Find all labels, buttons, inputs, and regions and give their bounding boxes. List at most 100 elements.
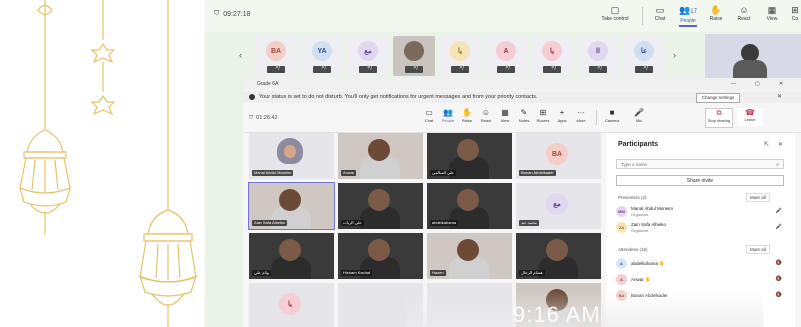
teams-screenshot: ⛉ 09:27:18 ▢ Take control ▭ Chat 👥17 People…	[205, 0, 801, 327]
notes-icon: ✎	[520, 108, 528, 117]
strip-participant-tile[interactable]: A 🎤̸	[485, 36, 527, 76]
people-button[interactable]: 👥17 People	[674, 5, 702, 27]
video-tile[interactable]: Manal Abdul Moneim	[249, 133, 334, 179]
strip-participant-tile[interactable]: 🎤̸	[393, 36, 435, 76]
participant-avatar: اا	[588, 41, 608, 61]
chat-control-button[interactable]: ▭ Chat	[421, 108, 437, 123]
strip-participant-tile[interactable]: YA 🎤̸	[301, 36, 343, 76]
participant-list-item[interactable]: ZA Zain Safa Albeiko Organizer 🎤	[616, 221, 786, 235]
take-control-button[interactable]: ▢ Take control	[601, 5, 629, 22]
video-tile[interactable]: علي السالمي	[427, 133, 512, 179]
participant-strip: ‹ BA 🎤̸ YA 🎤̸ مع 🎤̸ 🎤̸ يا 🎤̸ A 🎤̸ يا 🎤̸ اا 🎤̸ عا 🎤̸ ›	[227, 34, 801, 78]
banner-close-icon[interactable]: ✕	[777, 93, 782, 100]
participant-video-head	[457, 189, 479, 211]
people-control-button[interactable]: 👥 People	[440, 108, 456, 123]
video-tile[interactable]: BA Banan Abdelkader	[516, 133, 601, 179]
participant-name-label: Anwar	[341, 170, 357, 176]
window-titlebar: Grade 6A — ▢ ✕	[243, 78, 801, 90]
video-tile[interactable]: Anwar	[338, 133, 423, 179]
video-tile[interactable]: وئام علي	[249, 233, 334, 279]
video-tile[interactable]: مع محمد عبد	[516, 183, 601, 229]
strip-participant-tile[interactable]: مع 🎤̸	[347, 36, 389, 76]
mic-status-icon[interactable]: 🎤	[776, 224, 782, 230]
participant-video-head	[457, 239, 479, 261]
mic-status-icon[interactable]: 🔇	[776, 260, 782, 266]
change-settings-button[interactable]: Change settings	[696, 93, 740, 103]
strip-participant-tile[interactable]: عا 🎤̸	[623, 36, 665, 76]
presenters-section-header[interactable]: Presenters (2)	[618, 195, 647, 200]
rooms-control-button[interactable]: ⊞ Rooms	[535, 108, 551, 123]
maximize-button[interactable]: ▢	[755, 81, 760, 87]
participant-name: abdelkahama ✋	[631, 261, 665, 266]
muted-mic-icon: 🎤̸	[497, 66, 515, 73]
raise-hand-icon: ✋	[710, 5, 722, 15]
chat-button[interactable]: ▭ Chat	[646, 5, 674, 22]
shared-presenter-video	[705, 34, 801, 78]
close-window-button[interactable]: ✕	[779, 81, 783, 87]
react-control-button[interactable]: ☺ React	[478, 108, 494, 123]
react-button[interactable]: ☺ React	[730, 5, 758, 22]
notes-control-button[interactable]: ✎ Notes	[516, 108, 532, 123]
attendees-section-header[interactable]: Attendees (15)	[618, 247, 648, 252]
mic-status-icon[interactable]: 🎤	[776, 208, 782, 214]
participant-list-item[interactable]: Aabdelkahama ✋ 🔇	[616, 257, 786, 271]
video-tile[interactable]: Hazen	[427, 233, 512, 279]
overlay-clock: 9:16 AM	[513, 302, 601, 327]
video-tile[interactable]: يا	[249, 283, 334, 327]
camera-icon: ■	[609, 108, 615, 117]
react-icon: ☺	[739, 5, 749, 15]
leave-button[interactable]: ☎ Leave	[737, 108, 763, 126]
video-tile[interactable]: abdelkahama	[427, 183, 512, 229]
video-tile[interactable]: Zain Safa Albeiko	[248, 182, 335, 230]
mute-all-presenters-button[interactable]: Mute all	[746, 193, 770, 202]
muted-mic-icon: 🎤̸	[451, 66, 469, 73]
participant-video-head	[457, 139, 479, 161]
view-control-button[interactable]: ▦ View	[497, 108, 513, 123]
mic-button[interactable]: 🎤 Mic	[627, 108, 651, 123]
camera-button[interactable]: ■ Camera	[600, 108, 624, 123]
participant-name-label: Hazen	[430, 270, 446, 276]
muted-mic-icon: 🎤̸	[543, 66, 561, 73]
mic-status-icon[interactable]: 🔇	[776, 276, 782, 282]
minimize-button[interactable]: —	[731, 81, 736, 87]
search-icon: ⌕	[776, 162, 779, 168]
strip-participant-tile[interactable]: BA 🎤̸	[255, 36, 297, 76]
participant-search-input[interactable]: Type a name ⌕	[616, 159, 784, 169]
participant-name-label: Banan Abdelkader	[519, 170, 556, 176]
avatar: A	[616, 258, 627, 269]
more-control-button[interactable]: ··· More	[573, 108, 589, 123]
participant-list-item[interactable]: MM Manal Abdul Moneim Organizer 🎤	[616, 205, 786, 219]
co-button[interactable]: ⊞ Co	[781, 5, 801, 22]
apps-icon: +	[559, 108, 565, 117]
strip-prev-button[interactable]: ‹	[239, 50, 242, 60]
mic-status-icon[interactable]: 🔇	[776, 292, 782, 298]
share-invite-button[interactable]: Share invite	[616, 175, 784, 186]
video-tile[interactable]: Hisham Kachaf	[338, 233, 423, 279]
stop-sharing-button[interactable]: ⧉ Stop sharing	[705, 108, 733, 128]
video-tile[interactable]: هشام الرجال	[516, 233, 601, 279]
pop-out-icon[interactable]: ⇱	[764, 141, 769, 148]
strip-next-button[interactable]: ›	[673, 50, 676, 60]
participant-list-item[interactable]: A Anwar ✋ 🔇	[616, 273, 786, 287]
participant-avatar: مع	[546, 193, 568, 215]
close-panel-icon[interactable]: ✕	[778, 141, 783, 148]
mute-all-attendees-button[interactable]: Mute all	[746, 245, 770, 254]
participant-name-label: Manal Abdul Moneim	[252, 170, 294, 176]
muted-mic-icon: 🎤̸	[635, 66, 653, 73]
muted-mic-icon: 🎤̸	[405, 66, 423, 73]
participant-video	[277, 138, 303, 164]
dnd-banner: Your status is set to do not disturb. Yo…	[243, 91, 801, 103]
co-icon: ⊞	[791, 5, 799, 15]
participant-name-label: Zain Safa Albeiko	[252, 220, 288, 226]
participant-avatar: عا	[634, 41, 654, 61]
people-icon: 👥	[443, 108, 453, 117]
apps-control-button[interactable]: + Apps	[554, 108, 570, 123]
raise-hand-button[interactable]: ✋ Raise	[702, 5, 730, 22]
muted-mic-icon: 🎤̸	[589, 66, 607, 73]
raise-control-button[interactable]: ✋ Raise	[459, 108, 475, 123]
strip-participant-tile[interactable]: يا 🎤̸	[439, 36, 481, 76]
strip-participant-tile[interactable]: اا 🎤̸	[577, 36, 619, 76]
dnd-banner-text: Your status is set to do not disturb. Yo…	[259, 94, 538, 100]
strip-participant-tile[interactable]: يا 🎤̸	[531, 36, 573, 76]
video-tile[interactable]: علي الزيات	[338, 183, 423, 229]
